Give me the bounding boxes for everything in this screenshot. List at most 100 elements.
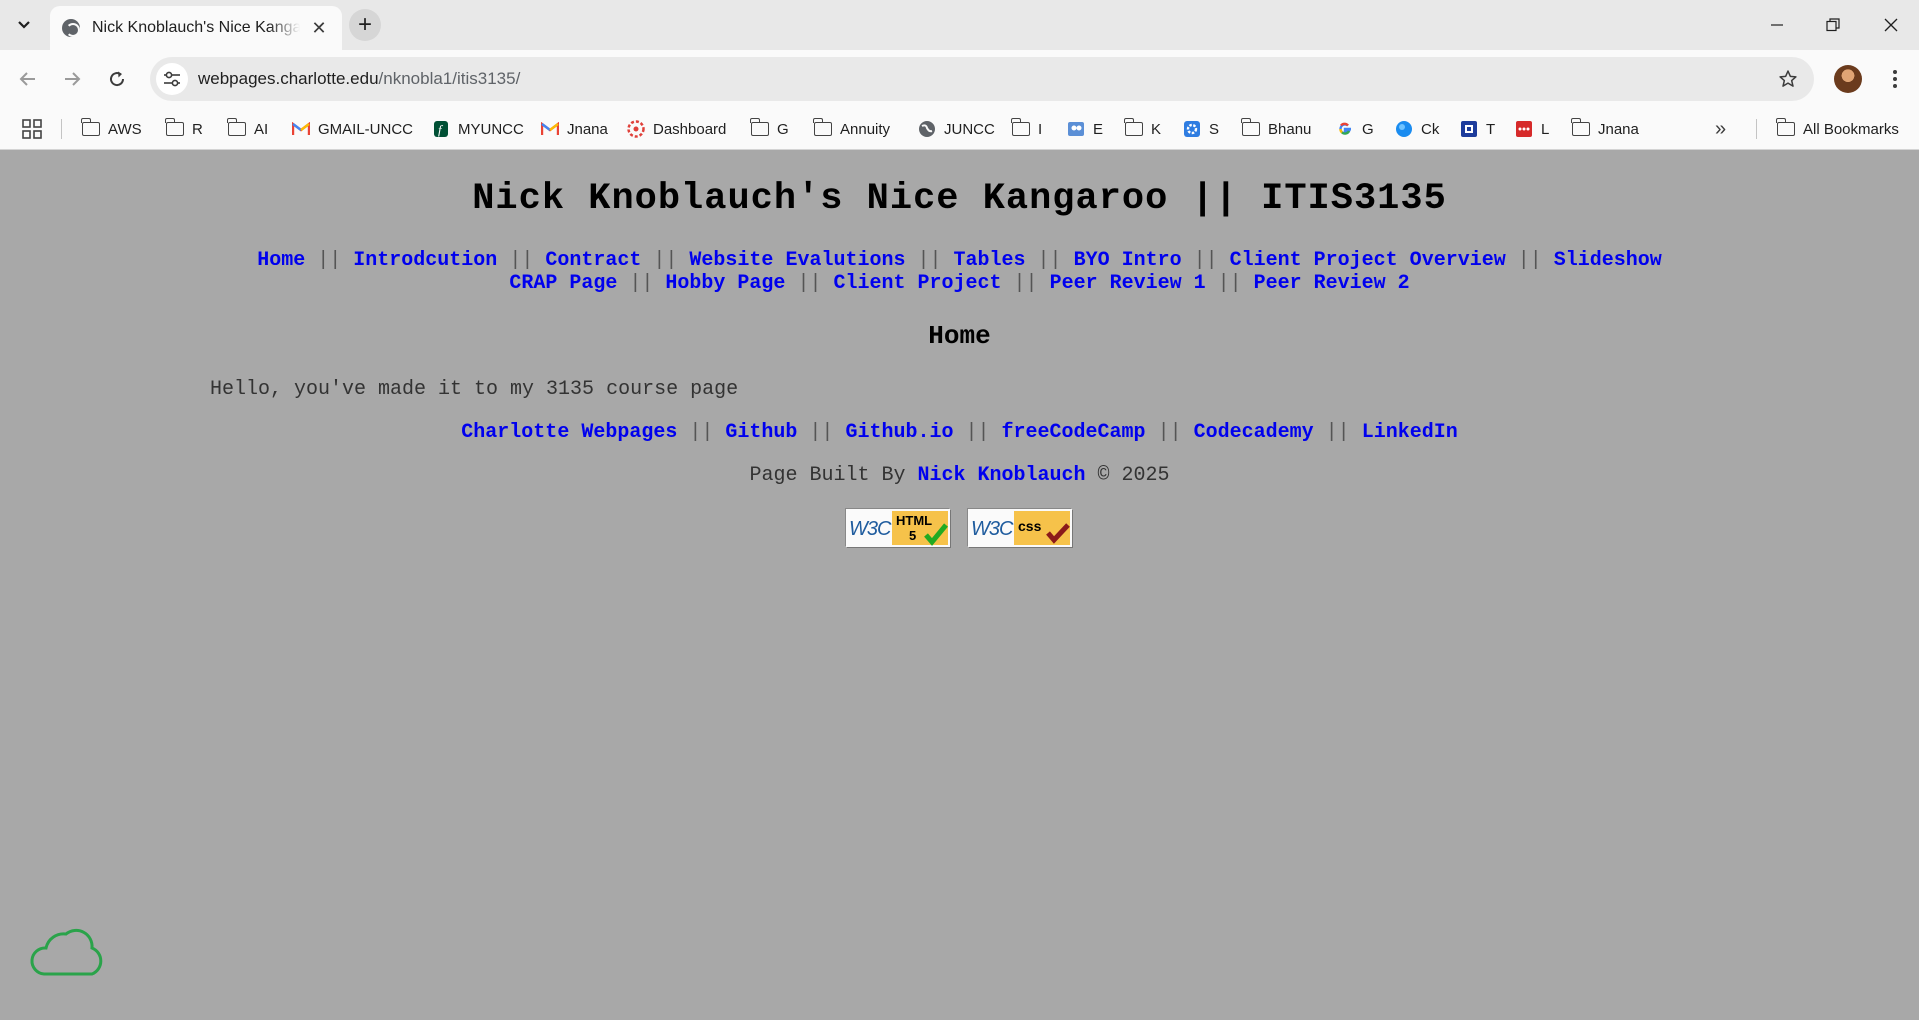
all-bookmarks-button[interactable]: All Bookmarks [1776,116,1899,142]
folder-icon [165,118,184,138]
profile-avatar[interactable] [1834,65,1862,93]
back-button[interactable] [12,63,44,95]
bookmark-juncc[interactable]: JUNCC [918,116,995,142]
nav-slideshow[interactable]: Slideshow [1554,249,1662,272]
bookmark-aws[interactable]: AWS [81,116,142,142]
close-tab-icon[interactable]: ✕ [308,17,330,39]
active-tab[interactable]: Nick Knoblauch's Nice Kangaroo || ITIS31… [50,6,342,50]
w3c-html5-validation-badge[interactable]: W3C HTML 5 [845,508,950,547]
w3c-css-badge-icon: W3C css [968,509,1072,547]
svg-text:W3C: W3C [849,518,892,540]
bookmark-annuity[interactable]: Annuity [813,116,891,142]
folder-icon [750,118,769,138]
nav-introduction[interactable]: Introdcution [353,249,497,272]
svg-text:5: 5 [909,528,916,543]
nav-hobby-page[interactable]: Hobby Page [665,272,785,295]
nav-byo-intro[interactable]: BYO Intro [1074,249,1182,272]
bookmark-label: AWS [108,120,142,138]
nav-separator: || [1037,249,1062,272]
apps-grid-icon[interactable] [22,119,42,139]
link-linkedin[interactable]: LinkedIn [1362,421,1458,444]
bookmark-label: Ck [1421,120,1440,138]
restore-button[interactable] [1808,8,1858,42]
bookmarks-bar: AWS R AI GMAIL-UNCC f MYUNCC Jnana Dashbo… [0,108,1919,150]
link-charlotte-webpages[interactable]: Charlotte Webpages [461,421,677,444]
nav-separator: || [1193,249,1218,272]
browser-menu-button[interactable] [1880,64,1910,94]
bookmark-label: G [777,120,789,138]
bookmark-label: Annuity [840,120,891,138]
link-freecodecamp[interactable]: freeCodeCamp [1002,421,1146,444]
globe-icon [62,19,80,37]
tab-title: Nick Knoblauch's Nice Kangaroo || ITIS31… [92,19,300,36]
t-app-icon [1460,120,1478,138]
svg-text:W3C: W3C [971,518,1014,540]
nav-crap-page[interactable]: CRAP Page [509,272,617,295]
bookmark-ai[interactable]: AI [227,116,268,142]
minimize-button[interactable] [1752,8,1802,42]
link-github[interactable]: Github [725,421,797,444]
nav-separator: || [629,272,654,295]
cloud-icon[interactable] [26,924,108,980]
footer-separator: || [1157,421,1182,444]
nav-contract[interactable]: Contract [545,249,641,272]
bookmark-label: K [1151,120,1162,138]
bookmark-jnana-folder[interactable]: Jnana [1571,116,1639,142]
nav-peer-review-1[interactable]: Peer Review 1 [1050,272,1206,295]
bookmark-label: Jnana [567,120,608,138]
reload-button[interactable] [101,63,133,95]
bookmark-g-folder[interactable]: G [750,116,789,142]
copyright-text: © 2025 [1097,464,1170,487]
bookmark-bhanu[interactable]: Bhanu [1241,116,1311,142]
tab-search-button[interactable] [10,12,38,38]
nav-tables[interactable]: Tables [954,249,1026,272]
bookmark-t[interactable]: T [1460,116,1495,142]
restore-icon [1826,18,1840,32]
bookmark-label: Jnana [1598,120,1639,138]
nav-separator: || [653,249,678,272]
folder-icon [813,118,832,138]
close-window-button[interactable] [1866,8,1916,42]
link-codecademy[interactable]: Codecademy [1194,421,1314,444]
people-icon [1067,120,1085,138]
bookmark-l[interactable]: L [1515,116,1549,142]
bookmark-myuncc[interactable]: f MYUNCC [432,116,524,142]
bookmark-e[interactable]: E [1067,116,1103,142]
more-bookmarks-icon[interactable]: » [1715,118,1726,141]
footer-links: Charlotte Webpages || Github || Github.i… [0,421,1919,444]
bookmark-s[interactable]: S [1183,116,1219,142]
address-bar[interactable]: webpages.charlotte.edu/nknobla1/itis3135… [150,57,1814,101]
bookmark-k[interactable]: K [1124,116,1162,142]
nav-website-evaluations[interactable]: Website Evalutions [689,249,905,272]
link-github-io[interactable]: Github.io [845,421,953,444]
nav-home[interactable]: Home [257,249,305,272]
footer-separator: || [689,421,714,444]
bookmark-dashboard[interactable]: Dashboard [627,116,726,142]
bookmark-jnana-mail[interactable]: Jnana [541,116,608,142]
new-tab-button[interactable]: + [349,9,381,41]
nav-client-project-overview[interactable]: Client Project Overview [1230,249,1506,272]
l-app-icon [1515,120,1533,138]
built-by-line: Page Built By Nick Knoblauch © 2025 [0,464,1919,487]
nav-peer-review-2[interactable]: Peer Review 2 [1254,272,1410,295]
w3c-css-validation-badge[interactable]: W3C css [967,508,1072,547]
folder-icon [1776,118,1795,138]
bookmark-ck[interactable]: Ck [1395,116,1439,142]
bookmark-i[interactable]: I [1011,116,1043,142]
dashboard-icon [627,120,645,138]
nav-separator: || [1217,272,1242,295]
footer-separator: || [965,421,990,444]
nav-client-project[interactable]: Client Project [833,272,1001,295]
bookmark-google[interactable]: G [1336,116,1374,142]
forward-button[interactable] [56,63,88,95]
bookmark-gmail-uncc[interactable]: GMAIL-UNCC [292,116,413,142]
bookmark-star-icon[interactable] [1776,67,1800,91]
bookmarks-divider [1756,119,1757,139]
bookmark-r[interactable]: R [165,116,203,142]
bookmark-label: I [1038,120,1043,138]
close-icon [1884,18,1898,32]
section-heading: Home [928,321,991,351]
author-link[interactable]: Nick Knoblauch [917,464,1085,487]
site-info-button[interactable] [156,63,188,95]
arrow-right-icon [65,72,81,86]
